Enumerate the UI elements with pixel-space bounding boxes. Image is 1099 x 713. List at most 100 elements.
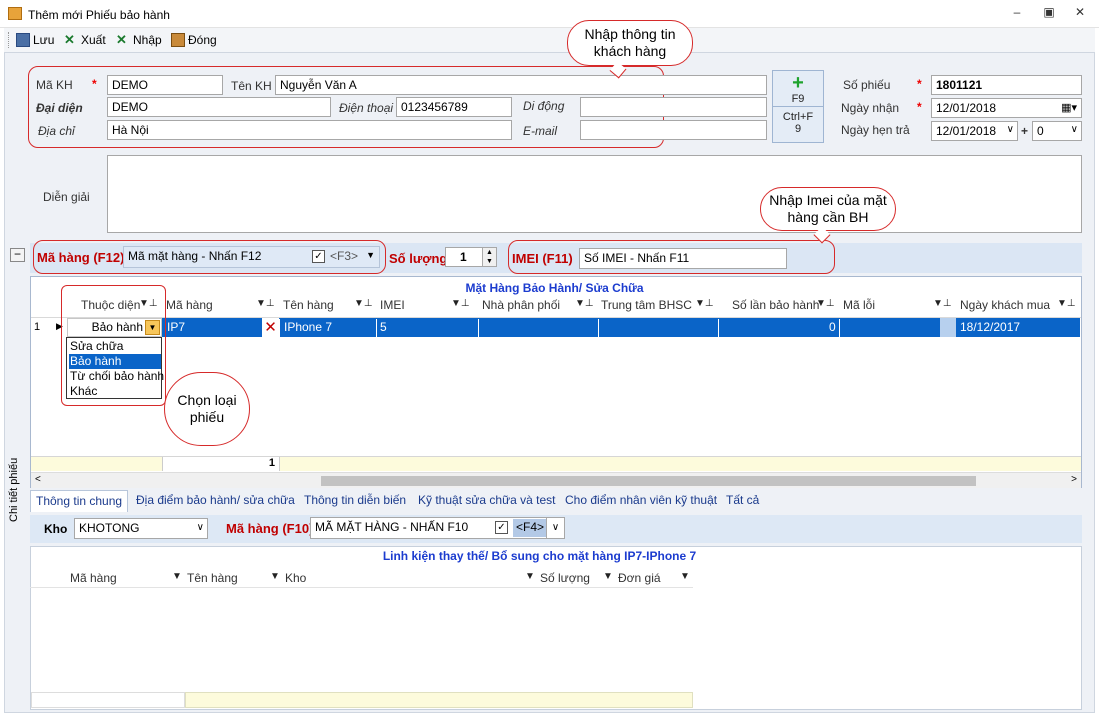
customer-code-input[interactable]: DEMO (107, 75, 223, 95)
address-label: Địa chỉ (38, 124, 75, 138)
calendar-dropdown-icon[interactable]: ▦▾ (1061, 101, 1077, 114)
filter-icon[interactable]: ▼⊥ (354, 298, 373, 309)
checkbox[interactable]: ✓ (312, 250, 325, 263)
due-days-select[interactable]: 0 ∨ (1032, 121, 1082, 141)
chevron-down-icon[interactable]: ∨ (1071, 124, 1078, 135)
parts-grid-header (30, 568, 693, 588)
column-header-purchase-date[interactable]: Ngày khách mua (960, 298, 1050, 312)
filter-icon[interactable]: ▼⊥ (451, 298, 470, 309)
import-button[interactable]: ✕ Nhập (116, 31, 162, 49)
add-customer-button[interactable]: + F9 (773, 71, 823, 107)
filter-icon[interactable]: ▼⊥ (816, 298, 835, 309)
received-date-picker[interactable]: 12/01/2018 ▦▾ (931, 98, 1082, 118)
customer-callout: Nhập thông tin khách hàng (567, 20, 693, 66)
column-header-name[interactable]: Tên hàng (283, 298, 334, 312)
column-header-error-code[interactable]: Mã lỗi (843, 298, 875, 312)
parts-footer-cell (31, 692, 185, 708)
parts-footer (185, 692, 693, 708)
part-code-input[interactable]: MÃ MẶT HÀNG - NHẤN F10 ✓ <F4> ∨ (310, 517, 565, 539)
item-code-label: Mã hàng (F12) (37, 250, 125, 265)
chevron-down-icon[interactable]: ∨ (546, 518, 564, 538)
dropdown-arrow-icon[interactable]: ▼ (366, 250, 375, 260)
description-textarea[interactable] (107, 155, 1082, 233)
plus-icon: + (792, 72, 804, 94)
due-date-picker[interactable]: 12/01/2018 ∨ (931, 121, 1018, 141)
filter-icon[interactable]: ▼⊥ (695, 298, 714, 309)
floppy-icon (16, 33, 30, 47)
close-icon[interactable]: ✕ (1068, 5, 1092, 23)
cell-name: IPhone 7 (284, 320, 333, 334)
cell-spacer (940, 318, 956, 337)
title-bar: Thêm mới Phiếu bảo hành – ▣ ✕ (0, 0, 1099, 28)
representative-label: Đại diện (36, 101, 83, 115)
plus-label: + (1021, 124, 1029, 138)
cell-divider (839, 319, 840, 337)
cell-warranty-count: 0 (829, 320, 836, 334)
required-mark: * (92, 77, 97, 91)
column-header-imei[interactable]: IMEI (380, 298, 405, 312)
tab-location[interactable]: Địa điểm bảo hành/ sửa chữa (136, 493, 295, 507)
filter-icon[interactable]: ▼⊥ (1057, 298, 1076, 309)
spin-arrows-icon[interactable]: ▲ ▼ (482, 248, 496, 266)
export-button[interactable]: ✕ Xuất (64, 31, 106, 49)
phone-input[interactable]: 0123456789 (396, 97, 512, 117)
scrollbar-thumb[interactable] (321, 476, 976, 486)
item-code-input[interactable]: Mã mặt hàng - Nhấn F12 ✓ <F3> ▼ (123, 246, 380, 268)
maximize-icon[interactable]: ▣ (1037, 5, 1061, 23)
ticket-number-label: Số phiếu (843, 78, 891, 92)
mobile-input[interactable] (580, 97, 767, 117)
column-header-code[interactable]: Mã hàng (166, 298, 213, 312)
part-code-label: Mã hàng (F10) (226, 521, 314, 536)
filter-icon[interactable]: ▼⊥ (256, 298, 275, 309)
customer-code-label: Mã KH (36, 78, 73, 92)
imei-input[interactable]: Số IMEI - Nhấn F11 (579, 248, 787, 269)
chevron-down-icon[interactable]: ∨ (1007, 124, 1014, 135)
quantity-label: Số lượng (389, 251, 448, 266)
type-highlight (61, 285, 166, 406)
scroll-left-icon[interactable]: < (35, 474, 41, 485)
save-button[interactable]: Lưu (16, 31, 54, 49)
customer-name-label: Tên KH (231, 79, 272, 93)
tab-general[interactable]: Thông tin chung (30, 490, 129, 512)
column-header-warranty-count[interactable]: Số lần bảo hành (732, 298, 819, 312)
imei-label: IMEI (F11) (512, 251, 573, 266)
collapse-button[interactable]: − (10, 248, 25, 262)
required-mark: * (917, 100, 922, 114)
customer-name-input[interactable]: Nguyễn Văn A (275, 75, 767, 95)
footer-count: 1 (162, 457, 280, 471)
column-header-service-center[interactable]: Trung tâm BHSC (601, 298, 692, 312)
cell-imei: 5 (380, 320, 387, 334)
tab-technical[interactable]: Kỹ thuật sửa chữa và test (418, 493, 555, 507)
search-customer-button[interactable]: Ctrl+F 9 (773, 107, 823, 143)
ticket-number-input[interactable]: 1801121 (931, 75, 1082, 95)
email-label: E-mail (523, 124, 558, 138)
side-panel-label: Chi tiết phiếu (8, 457, 20, 522)
excel-import-icon: ✕ (116, 32, 127, 47)
horizontal-scrollbar[interactable]: < > (31, 472, 1081, 488)
received-date-label: Ngày nhận (841, 101, 900, 115)
column-header-distributor[interactable]: Nhà phân phối (482, 298, 560, 312)
checkbox[interactable]: ✓ (495, 521, 508, 534)
quantity-stepper[interactable]: 1 ▲ ▼ (445, 247, 497, 267)
due-date-label: Ngày hẹn trả (841, 123, 910, 137)
required-mark: * (917, 77, 922, 91)
filter-icon[interactable]: ▼⊥ (933, 298, 952, 309)
scroll-right-icon[interactable]: > (1071, 474, 1077, 485)
phone-label: Điện thoại (339, 101, 394, 115)
email-input[interactable] (580, 120, 767, 140)
minimize-icon[interactable]: – (1005, 5, 1029, 23)
warehouse-select[interactable]: KHOTONG ∨ (74, 518, 208, 539)
window-title: Thêm mới Phiếu bảo hành (28, 8, 170, 22)
close-button[interactable]: Đóng (171, 31, 217, 49)
filter-icon[interactable]: ▼⊥ (575, 298, 594, 309)
address-input[interactable]: Hà Nội (107, 120, 512, 140)
tab-progress[interactable]: Thông tin diễn biến (304, 493, 406, 507)
delete-icon[interactable]: ✕ (262, 318, 279, 337)
tab-rating[interactable]: Cho điểm nhân viên kỹ thuật (565, 493, 717, 507)
representative-input[interactable]: DEMO (107, 97, 331, 117)
cell-divider (478, 319, 479, 337)
tab-all[interactable]: Tất cả (726, 493, 759, 507)
app-icon (8, 7, 22, 20)
chevron-down-icon[interactable]: ∨ (197, 522, 204, 533)
cell-divider (279, 319, 280, 337)
